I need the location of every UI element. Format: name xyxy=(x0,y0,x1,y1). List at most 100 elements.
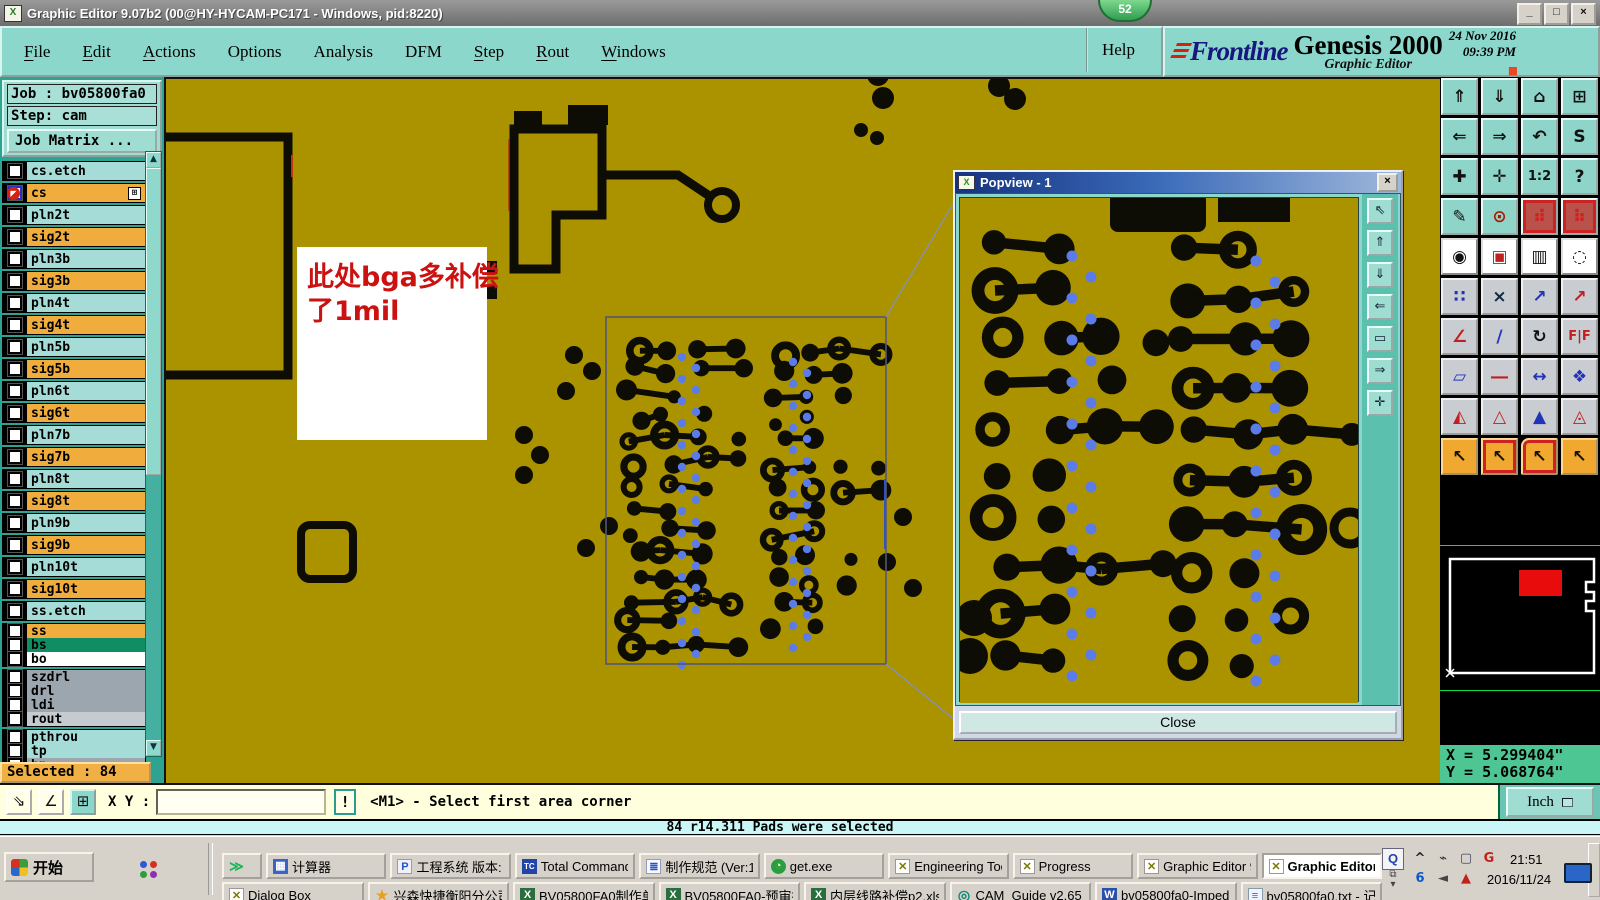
taskbar-button-bv05800fa0-[interactable]: XBV05800FA0-预审指示.... xyxy=(658,882,800,900)
stretch-line-icon[interactable]: ― xyxy=(1481,358,1518,395)
taskbar-button--ver-1-0-6-[interactable]: ≣制作规范 (Ver:1.0.6) xyxy=(639,853,760,879)
layer-visibility-checkbox[interactable] xyxy=(3,729,27,745)
layer-visibility-checkbox[interactable] xyxy=(3,382,27,400)
layer-visibility-checkbox[interactable] xyxy=(3,492,27,510)
zoom-previous-icon[interactable]: ↶ xyxy=(1521,118,1558,155)
layer-visibility-checkbox[interactable] xyxy=(3,360,27,378)
taskbar-button-engineering-toolkit-[interactable]: ✕Engineering Toolkit ... xyxy=(888,853,1009,879)
pad-snap-icon[interactable]: ◌ xyxy=(1561,238,1598,275)
layer-visibility-checkbox[interactable] xyxy=(3,162,27,180)
select-rect-icon[interactable]: ↖ xyxy=(1481,438,1518,475)
layer-label[interactable]: bo xyxy=(27,652,145,667)
pause-icon[interactable]: ▮▮ xyxy=(1508,64,1518,77)
layer-visibility-checkbox[interactable] xyxy=(3,250,27,268)
layer-visibility-checkbox[interactable] xyxy=(3,448,27,466)
layer-row-bo[interactable]: bo xyxy=(3,651,145,667)
layer-label[interactable]: tp xyxy=(27,744,145,759)
pv-down-icon[interactable]: ⇓ xyxy=(1367,262,1393,288)
select-arrow-icon[interactable]: ↖ xyxy=(1441,438,1478,475)
pan-center-icon[interactable]: ✛ xyxy=(1481,158,1518,195)
triangle-up-d-icon[interactable]: ◬ xyxy=(1561,398,1598,435)
taskbar-button-total-commander-7-[interactable]: TCTotal Commander 7... xyxy=(514,853,636,879)
layer-label[interactable]: sig4t xyxy=(27,316,145,334)
layer-label[interactable]: ldi xyxy=(27,698,145,713)
menu-rout[interactable]: Rout xyxy=(536,42,569,62)
select-poly-icon[interactable]: ↖ xyxy=(1521,438,1558,475)
layer-row-pln3b[interactable]: pln3b xyxy=(3,250,145,268)
tray-triangle-app-icon[interactable]: ▲ xyxy=(1458,871,1474,887)
popview-canvas[interactable] xyxy=(956,194,1371,703)
measure-ruler-icon[interactable]: ▥ xyxy=(1521,238,1558,275)
window-titlebar[interactable]: X Graphic Editor 9.07b2 (00@HY-HYCAM-PC1… xyxy=(0,0,1600,27)
layer-row-pln5b[interactable]: pln5b xyxy=(3,338,145,356)
ime-icon[interactable]: Q xyxy=(1382,848,1404,870)
taskbar-button--[interactable]: ▦ 计算器 xyxy=(266,853,387,879)
angle-mode-button[interactable]: ∠ xyxy=(38,789,64,815)
delete-feature-icon[interactable]: × xyxy=(1481,278,1518,315)
layer-visibility-checkbox[interactable] xyxy=(3,206,27,224)
net-nodes-icon[interactable]: ∷ xyxy=(1441,278,1478,315)
layer-row-pln2t[interactable]: pln2t xyxy=(3,206,145,224)
taskbar-button-get-exe[interactable]: ◔ get.exe xyxy=(763,853,885,879)
layer-visibility-checkbox[interactable] xyxy=(3,514,27,532)
zoom-ratio-icon[interactable]: 1:2 xyxy=(1521,158,1558,195)
menu-options[interactable]: Options xyxy=(228,42,282,62)
grow-large-icon[interactable]: ↗ xyxy=(1561,278,1598,315)
view-clipboard-up-icon[interactable]: ⇑ xyxy=(1441,78,1478,115)
pv-pan-icon[interactable]: ✛ xyxy=(1367,390,1393,416)
layer-visibility-checkbox[interactable] xyxy=(3,294,27,312)
grid-toggle-button[interactable]: ⊞ xyxy=(70,789,96,815)
layer-row-pln9b[interactable]: pln9b xyxy=(3,514,145,532)
home-view-icon[interactable]: ⌂ xyxy=(1521,78,1558,115)
layer-label[interactable]: szdrl xyxy=(27,670,145,685)
triangle-up-a-icon[interactable]: ◭ xyxy=(1441,398,1478,435)
layer-label[interactable]: pthrou xyxy=(27,730,145,745)
scroll-up-icon[interactable]: ▲ xyxy=(146,152,161,168)
layer-row-sig5b[interactable]: sig5b xyxy=(3,360,145,378)
layer-row-sig4t[interactable]: sig4t xyxy=(3,316,145,334)
menu-step[interactable]: Step xyxy=(474,42,504,62)
layer-label[interactable]: drl xyxy=(27,684,145,699)
layer-row-ldi[interactable]: ldi xyxy=(3,697,145,713)
navigator-thumbnail[interactable] xyxy=(1440,545,1600,691)
units-dropdown[interactable]: Inch xyxy=(1506,787,1594,817)
layer-visibility-checkbox[interactable] xyxy=(3,743,27,759)
menu-file[interactable]: File xyxy=(24,42,50,62)
layer-label[interactable]: pln4t xyxy=(27,294,145,312)
zoom-fit-icon[interactable]: ✚ xyxy=(1441,158,1478,195)
edit-tools-icon[interactable]: ✎ xyxy=(1441,198,1478,235)
layer-visibility-checkbox[interactable] xyxy=(3,637,27,653)
layer-label[interactable]: ss xyxy=(27,624,145,639)
help-icon[interactable]: ? xyxy=(1561,158,1598,195)
layer-visibility-checkbox[interactable] xyxy=(3,272,27,290)
tray-chevron-icon[interactable]: ^ xyxy=(1412,851,1428,867)
taskbar-button-bv05800fa0-txt-[interactable]: ≡bv05800fa0.txt - 记事本 xyxy=(1240,882,1382,900)
layer-row-bs[interactable]: bs xyxy=(3,637,145,653)
layer-visibility-checkbox[interactable] xyxy=(3,669,27,685)
triangle-up-b-icon[interactable]: △ xyxy=(1481,398,1518,435)
taskbar-button-graphic-editor-9-07-[interactable]: ✕Graphic Editor 9.07... xyxy=(1137,853,1258,879)
xy-input[interactable] xyxy=(156,789,327,815)
close-button[interactable]: × xyxy=(1571,3,1596,25)
start-button[interactable]: 开始 xyxy=(4,852,94,882)
layer-label[interactable]: pln10t xyxy=(27,558,145,576)
layer-row-pln4t[interactable]: pln4t xyxy=(3,294,145,312)
taskbar-button-progress[interactable]: ✕ Progress xyxy=(1012,853,1134,879)
popview-titlebar[interactable]: X Popview - 1 × xyxy=(955,172,1401,193)
tray-plug-icon[interactable]: ⌁ xyxy=(1435,851,1451,867)
layer-row-sig2t[interactable]: sig2t xyxy=(3,228,145,246)
layer-label[interactable]: cs ⊞ xyxy=(27,184,145,202)
taskbar-button--[interactable]: ★ 兴森快捷衡阳分公司... xyxy=(367,882,509,900)
taskbar-button--[interactable]: P工程系统 版本: ... xyxy=(390,853,511,879)
tray-network-icon[interactable]: ▢ xyxy=(1458,851,1474,867)
net-highlight-b-icon[interactable]: ⠷ xyxy=(1561,198,1598,235)
layer-label[interactable]: bs xyxy=(27,638,145,653)
pv-restore-icon[interactable]: ⇖ xyxy=(1367,198,1393,224)
layer-row-cs.etch[interactable]: cs.etch xyxy=(3,162,145,180)
rotate-icon[interactable]: ↻ xyxy=(1521,318,1558,355)
layer-label[interactable]: pln5b xyxy=(27,338,145,356)
layer-row-rout[interactable]: rout xyxy=(3,711,145,727)
layer-row-sig7b[interactable]: sig7b xyxy=(3,448,145,466)
zoom-area-button[interactable]: ⇘ xyxy=(6,789,32,815)
layer-row-ss[interactable]: ss xyxy=(3,623,145,639)
